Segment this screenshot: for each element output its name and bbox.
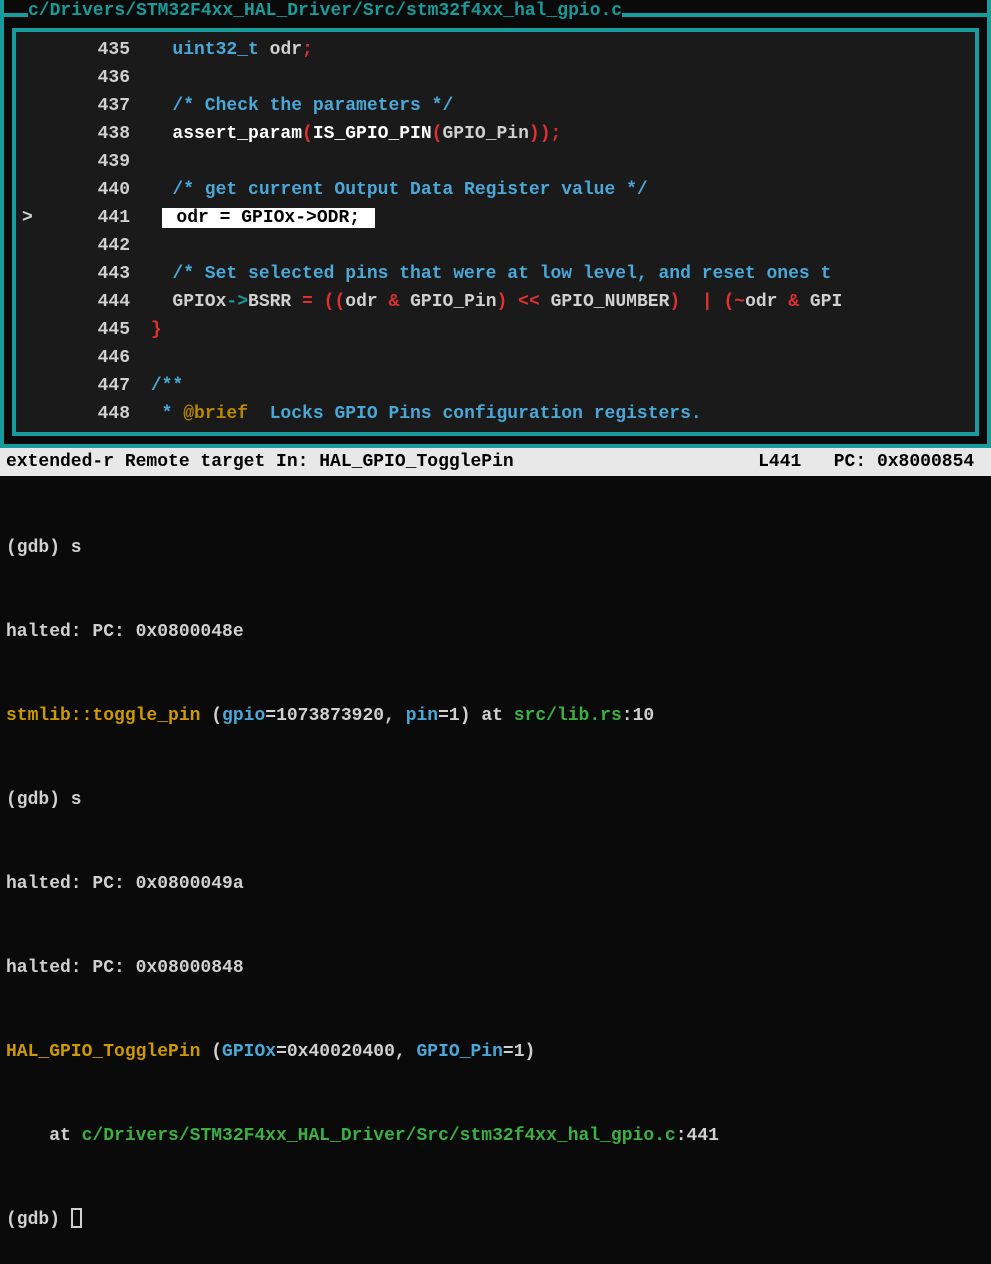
source-line: 442 <box>16 232 975 260</box>
source-window-border: c/Drivers/STM32F4xx_HAL_Driver/Src/stm32… <box>0 0 991 448</box>
status-pc: PC: 0x8000854 <box>834 448 974 476</box>
source-file-path: c/Drivers/STM32F4xx_HAL_Driver/Src/stm32… <box>28 2 622 20</box>
console-line: (gdb) s <box>6 786 985 814</box>
source-line: 448 * @brief Locks GPIO Pins configurati… <box>16 400 975 428</box>
line-number: 435 <box>50 36 140 64</box>
source-line: 437 /* Check the parameters */ <box>16 92 975 120</box>
source-line: 447 /** <box>16 372 975 400</box>
line-number: 440 <box>50 176 140 204</box>
current-line-marker: > <box>22 204 50 232</box>
source-line: 438 assert_param(IS_GPIO_PIN(GPIO_Pin)); <box>16 120 975 148</box>
source-line: 446 <box>16 344 975 372</box>
status-line-number: L441 <box>758 448 801 476</box>
console-line: at c/Drivers/STM32F4xx_HAL_Driver/Src/st… <box>6 1122 985 1150</box>
source-line: 435 uint32_t odr; <box>16 36 975 64</box>
console-line: HAL_GPIO_TogglePin (GPIOx=0x40020400, GP… <box>6 1038 985 1066</box>
line-number: 443 <box>50 260 140 288</box>
gdb-prompt[interactable]: (gdb) <box>6 1206 985 1234</box>
line-number: 441 <box>50 204 140 232</box>
line-number: 447 <box>50 372 140 400</box>
line-number: 445 <box>50 316 140 344</box>
line-number: 438 <box>50 120 140 148</box>
status-context: extended-r Remote target In: HAL_GPIO_To… <box>6 448 758 476</box>
line-number: 436 <box>50 64 140 92</box>
source-line: 439 <box>16 148 975 176</box>
line-number: 448 <box>50 400 140 428</box>
console-line: stmlib::toggle_pin (gpio=1073873920, pin… <box>6 702 985 730</box>
source-line: 436 <box>16 64 975 92</box>
cursor-icon <box>71 1208 82 1228</box>
source-line: 443 /* Set selected pins that were at lo… <box>16 260 975 288</box>
line-number: 442 <box>50 232 140 260</box>
line-number: 437 <box>50 92 140 120</box>
current-line: > 441 odr = GPIOx->ODR; <box>16 204 975 232</box>
console-line: halted: PC: 0x08000848 <box>6 954 985 982</box>
source-line: 440 /* get current Output Data Register … <box>16 176 975 204</box>
console-line: halted: PC: 0x0800049a <box>6 870 985 898</box>
status-bar: extended-r Remote target In: HAL_GPIO_To… <box>0 448 991 476</box>
source-view[interactable]: 435 uint32_t odr; 436 437 /* Check the p… <box>12 28 979 436</box>
line-number: 444 <box>50 288 140 316</box>
console-line: (gdb) s <box>6 534 985 562</box>
line-number: 439 <box>50 148 140 176</box>
line-number: 446 <box>50 344 140 372</box>
console-line: halted: PC: 0x0800048e <box>6 618 985 646</box>
source-line: 445 } <box>16 316 975 344</box>
gdb-console[interactable]: (gdb) s halted: PC: 0x0800048e stmlib::t… <box>0 476 991 1264</box>
source-line: 444 GPIOx->BSRR = ((odr & GPIO_Pin) << G… <box>16 288 975 316</box>
current-line-code: odr = GPIOx->ODR; <box>162 208 375 228</box>
source-title-line: c/Drivers/STM32F4xx_HAL_Driver/Src/stm32… <box>4 0 987 22</box>
